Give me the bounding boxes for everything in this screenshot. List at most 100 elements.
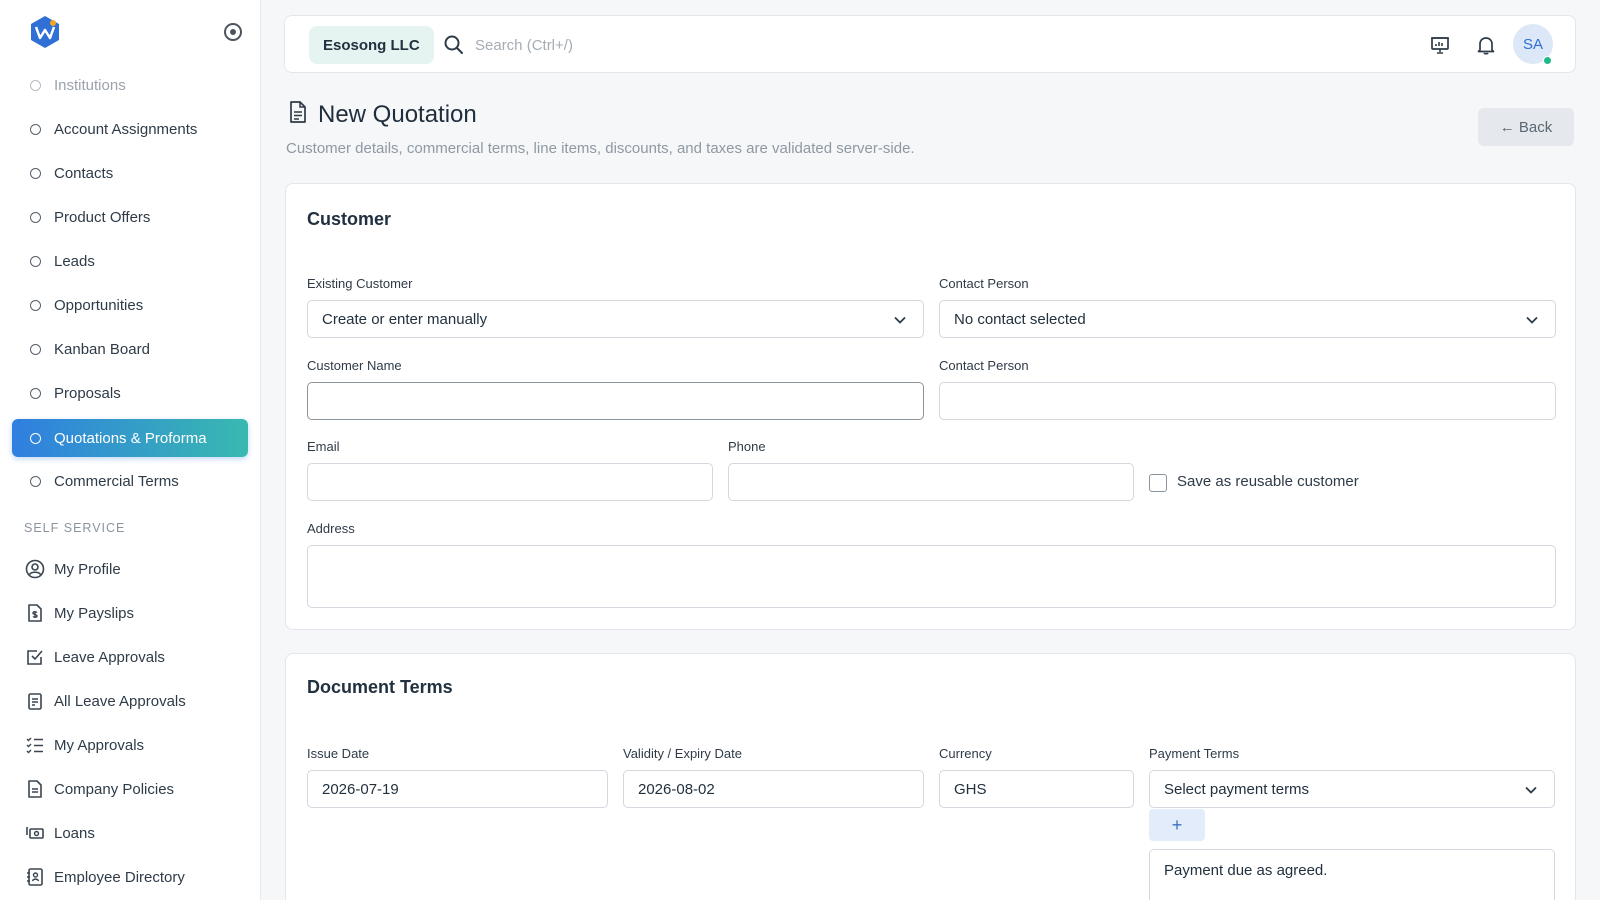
checkbox-icon [27, 650, 43, 665]
circle-icon [30, 123, 41, 135]
sidebar-item-label: Company Policies [54, 780, 175, 798]
document-icon [28, 780, 42, 798]
sidebar-item-label: Quotations & Proforma [54, 429, 207, 447]
sidebar-item-product-offers[interactable]: Product Offers [12, 198, 248, 236]
document-icon [290, 101, 306, 123]
email-field[interactable] [307, 463, 713, 501]
sidebar-item-leave-approvals[interactable]: Leave Approvals [12, 638, 248, 676]
sidebar-item-institutions[interactable]: Institutions [12, 66, 248, 104]
validity-date-label: Validity / Expiry Date [623, 746, 742, 761]
chevron-down-icon [894, 316, 906, 324]
sidebar-item-label: My Payslips [54, 604, 135, 622]
user-circle-icon [25, 559, 45, 579]
sidebar-item-kanban-board[interactable]: Kanban Board [12, 330, 248, 368]
document-terms-card: Document Terms Issue Date 2026-07-19 Val… [285, 653, 1576, 900]
circle-icon [30, 255, 41, 267]
sidebar-item-label: My Approvals [54, 736, 145, 754]
sidebar-item-proposals[interactable]: Proposals [12, 374, 248, 412]
sidebar-item-employee-directory[interactable]: Employee Directory [12, 858, 248, 896]
sidebar-item-label: Institutions [54, 76, 126, 94]
search-icon[interactable] [443, 34, 465, 56]
sidebar-item-label: Leads [54, 252, 95, 270]
sidebar-item-label: Kanban Board [54, 340, 150, 358]
payment-terms-label: Payment Terms [1149, 746, 1240, 761]
sidebar-item-label: My Profile [54, 560, 121, 578]
contact-person-select-label: Contact Person [939, 276, 1029, 291]
contact-person-select[interactable]: No contact selected [939, 300, 1556, 338]
sidebar-item-commercial-terms[interactable]: Commercial Terms [12, 462, 248, 500]
issue-date-input[interactable]: 2026-07-19 [307, 770, 608, 808]
presentation-icon[interactable] [1429, 34, 1451, 56]
app-logo[interactable] [27, 14, 63, 50]
search-input[interactable] [475, 30, 875, 60]
online-status-indicator [1543, 56, 1552, 65]
sidebar-item-label: Proposals [54, 384, 121, 402]
address-label: Address [307, 521, 355, 536]
page-subtitle: Customer details, commercial terms, line… [286, 140, 915, 157]
sidebar: Institutions Account Assignments Contact… [0, 0, 261, 900]
cash-icon [26, 827, 44, 839]
circle-icon [30, 167, 41, 179]
sidebar-item-opportunities[interactable]: Opportunities [12, 286, 248, 324]
circle-icon [30, 211, 41, 223]
top-bar: Esosong LLC SA [284, 15, 1576, 73]
sidebar-item-account-assignments[interactable]: Account Assignments [12, 110, 248, 148]
circle-icon [30, 343, 41, 355]
phone-label: Phone [728, 439, 766, 454]
sidebar-item-my-payslips[interactable]: My Payslips [12, 594, 248, 632]
sidebar-item-company-policies[interactable]: Company Policies [12, 770, 248, 808]
organization-switcher[interactable]: Esosong LLC [309, 26, 434, 64]
contact-person-label: Contact Person [939, 358, 1029, 373]
page-title: New Quotation [318, 101, 477, 128]
sidebar-item-label: Opportunities [54, 296, 144, 314]
email-label: Email [307, 439, 340, 454]
payment-terms-value: Select payment terms [1164, 780, 1310, 798]
add-payment-term-button[interactable]: + [1149, 809, 1205, 841]
validity-date-input[interactable]: 2026-08-02 [623, 770, 924, 808]
issue-date-label: Issue Date [307, 746, 370, 761]
customer-name-label: Customer Name [307, 358, 402, 373]
currency-label: Currency [939, 746, 992, 761]
circle-icon [30, 387, 41, 399]
bell-icon[interactable] [1475, 34, 1497, 56]
self-service-heading: SELF SERVICE [24, 521, 126, 535]
collapse-sidebar-icon[interactable] [224, 23, 242, 41]
sidebar-item-loans[interactable]: Loans [12, 814, 248, 852]
customer-name-input[interactable] [307, 382, 924, 420]
chevron-down-icon [1526, 316, 1538, 324]
contact-person-input[interactable] [939, 382, 1556, 420]
currency-input[interactable]: GHS [939, 770, 1134, 808]
customer-section-title: Customer [307, 209, 392, 229]
sidebar-item-all-leave-approvals[interactable]: All Leave Approvals [12, 682, 248, 720]
save-reusable-checkbox[interactable] [1149, 474, 1167, 492]
chevron-down-icon [1525, 786, 1537, 794]
sidebar-item-my-profile[interactable]: My Profile [12, 550, 248, 588]
contact-person-select-value: No contact selected [954, 310, 1086, 328]
phone-field[interactable] [728, 463, 1134, 501]
existing-customer-value: Create or enter manually [322, 310, 488, 328]
back-button[interactable]: ← Back [1478, 108, 1574, 146]
existing-customer-select[interactable]: Create or enter manually [307, 300, 924, 338]
address-book-icon [27, 868, 43, 886]
list-check-icon [26, 737, 43, 754]
sidebar-item-label: Loans [54, 824, 95, 842]
sidebar-item-label: Contacts [54, 164, 114, 182]
clipboard-list-icon [28, 693, 42, 710]
document-terms-section-title: Document Terms [307, 677, 453, 697]
address-textarea[interactable] [307, 545, 1556, 608]
payment-terms-select[interactable]: Select payment terms [1149, 770, 1555, 808]
payslip-icon [28, 604, 42, 622]
payment-terms-textarea[interactable]: Payment due as agreed. [1149, 849, 1555, 900]
sidebar-item-label: Leave Approvals [54, 648, 165, 666]
sidebar-item-my-approvals[interactable]: My Approvals [12, 726, 248, 764]
sidebar-item-label: All Leave Approvals [54, 692, 186, 710]
sidebar-item-contacts[interactable]: Contacts [12, 154, 248, 192]
circle-icon [30, 79, 41, 91]
sidebar-item-leads[interactable]: Leads [12, 242, 248, 280]
save-reusable-label[interactable]: Save as reusable customer [1177, 473, 1359, 490]
sidebar-item-quotations-proforma[interactable]: Quotations & Proforma [12, 419, 248, 457]
sidebar-item-label: Account Assignments [54, 120, 198, 138]
sidebar-item-label: Employee Directory [54, 868, 185, 886]
sidebar-item-label: Commercial Terms [54, 472, 179, 490]
sidebar-item-label: Product Offers [54, 208, 151, 226]
